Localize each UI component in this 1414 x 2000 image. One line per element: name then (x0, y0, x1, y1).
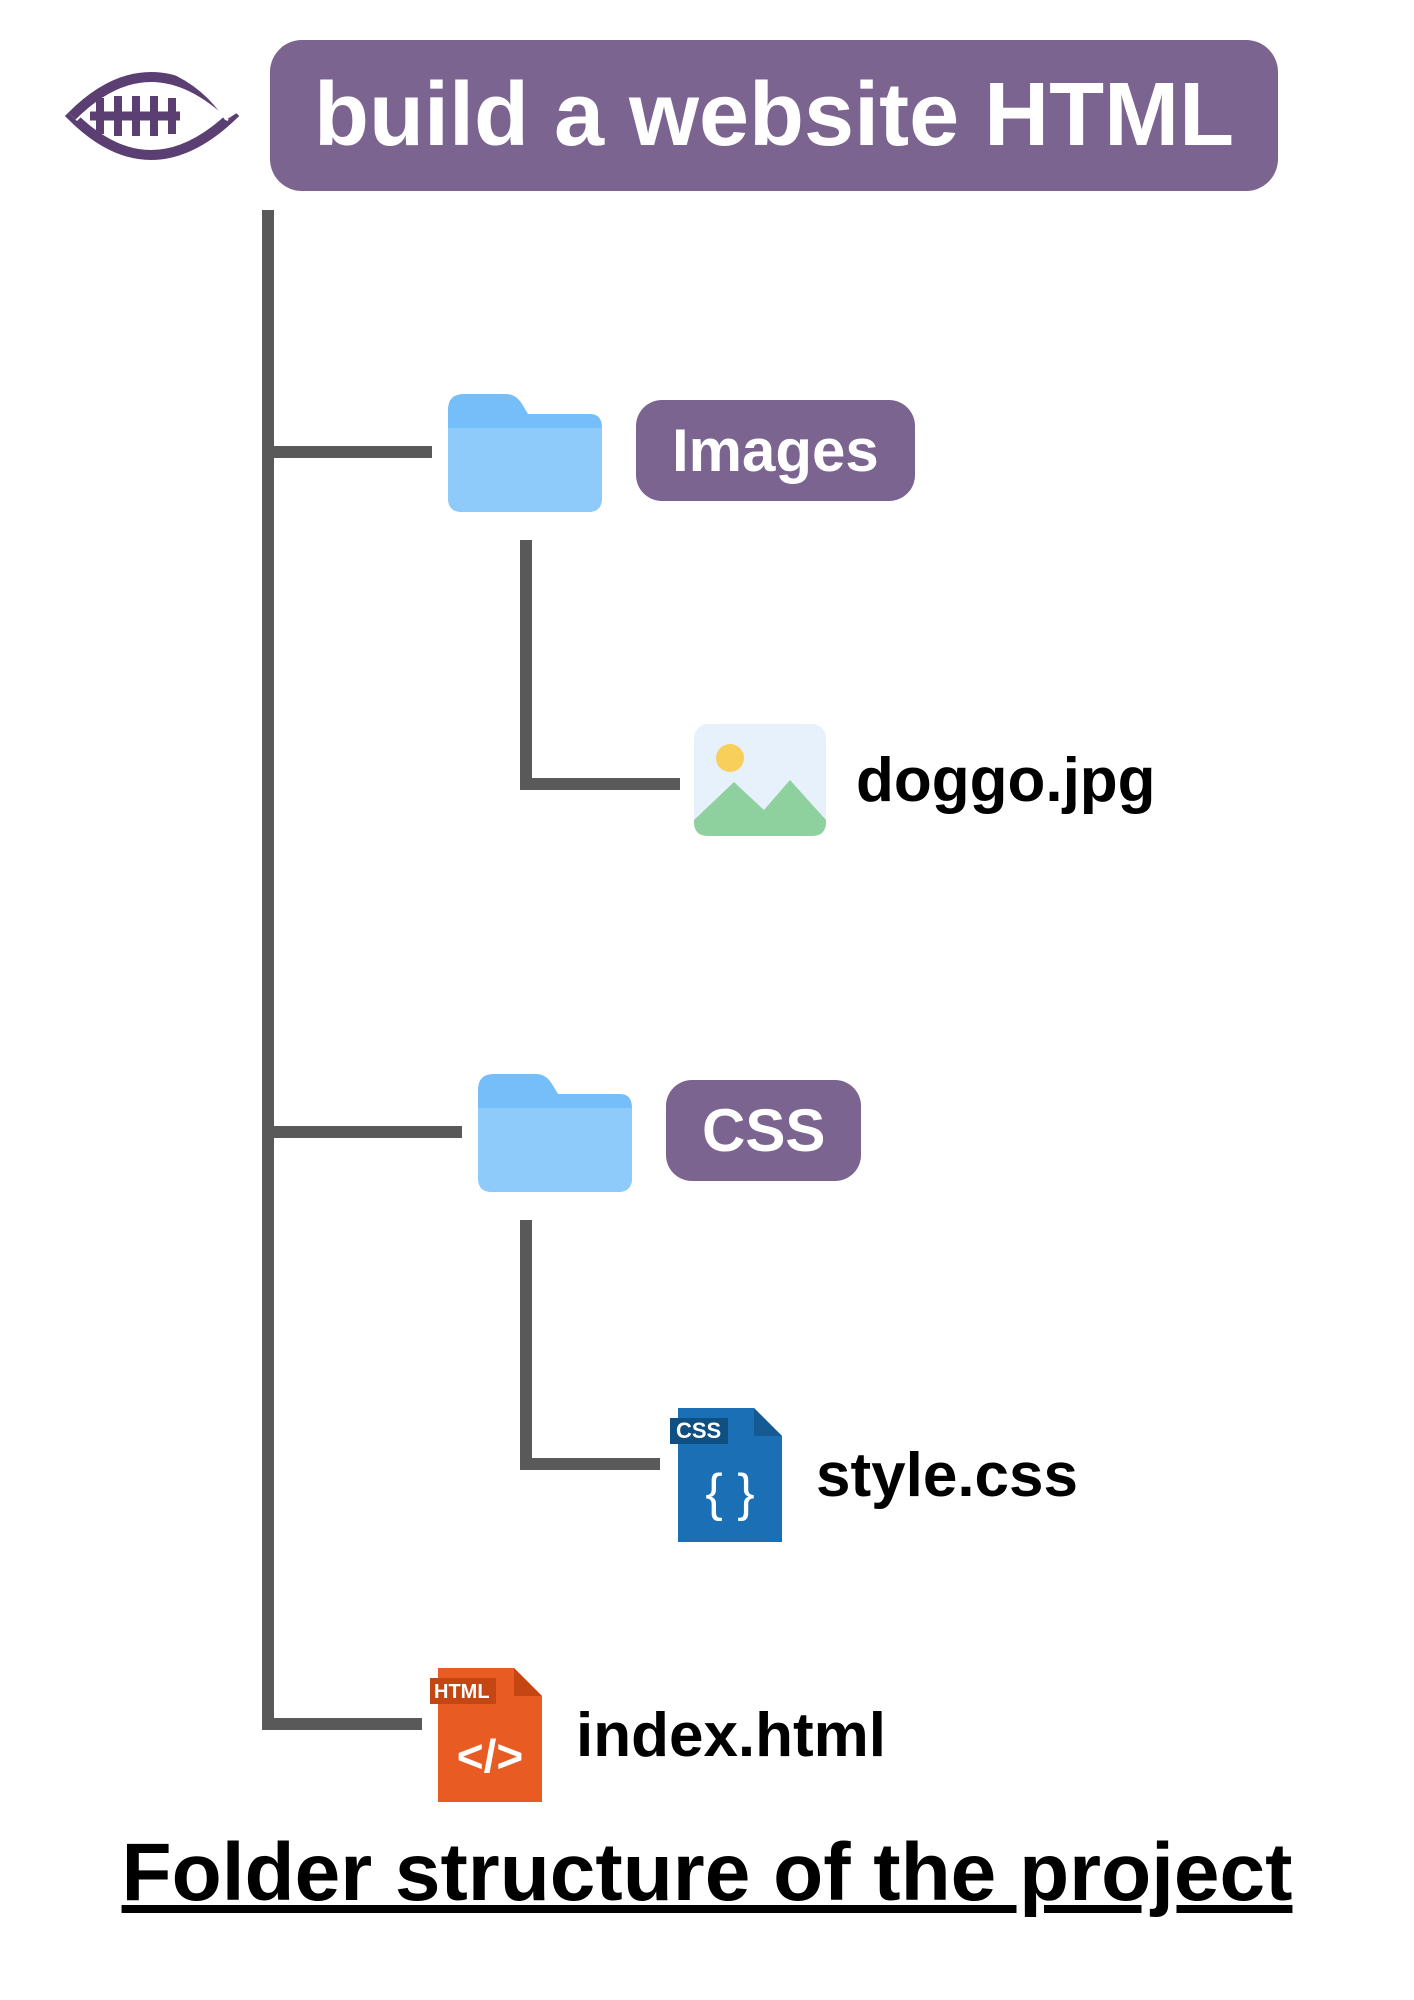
svg-text:</>: </> (457, 1730, 524, 1782)
doggo-file-node: doggo.jpg (690, 720, 1156, 840)
html-badge-text: HTML (434, 1681, 490, 1703)
style-css-file-node: CSS { } style.css (670, 1400, 1078, 1550)
tree-connector (520, 1458, 660, 1470)
diagram-canvas: build a website HTML Images (0, 0, 1414, 2000)
style-css-file-label: style.css (816, 1440, 1078, 1511)
tree-connector (262, 1718, 422, 1730)
index-html-file-label: index.html (576, 1700, 886, 1771)
tree-connector (262, 446, 432, 458)
tree-connector (520, 540, 532, 790)
football-logo-icon (60, 46, 240, 186)
index-html-file-node: HTML </> index.html (430, 1660, 886, 1810)
html-file-icon: HTML </> (430, 1660, 550, 1810)
images-folder-label: Images (636, 400, 915, 501)
css-file-icon: CSS { } (670, 1400, 790, 1550)
folder-icon (470, 1060, 640, 1200)
css-folder-label: CSS (666, 1080, 861, 1181)
css-folder-node: CSS (470, 1060, 861, 1200)
image-file-icon (690, 720, 830, 840)
root-title-badge: build a website HTML (270, 40, 1278, 191)
diagram-caption: Folder structure of the project (0, 1826, 1414, 1920)
svg-text:{ }: { } (705, 1464, 754, 1522)
tree-connector (520, 1220, 532, 1470)
doggo-file-label: doggo.jpg (856, 745, 1156, 816)
root-node: build a website HTML (60, 40, 1278, 191)
images-folder-node: Images (440, 380, 915, 520)
folder-icon (440, 380, 610, 520)
tree-connector (262, 210, 274, 1730)
tree-connector (262, 1126, 462, 1138)
tree-connector (520, 778, 680, 790)
css-badge-text: CSS (676, 1418, 721, 1443)
